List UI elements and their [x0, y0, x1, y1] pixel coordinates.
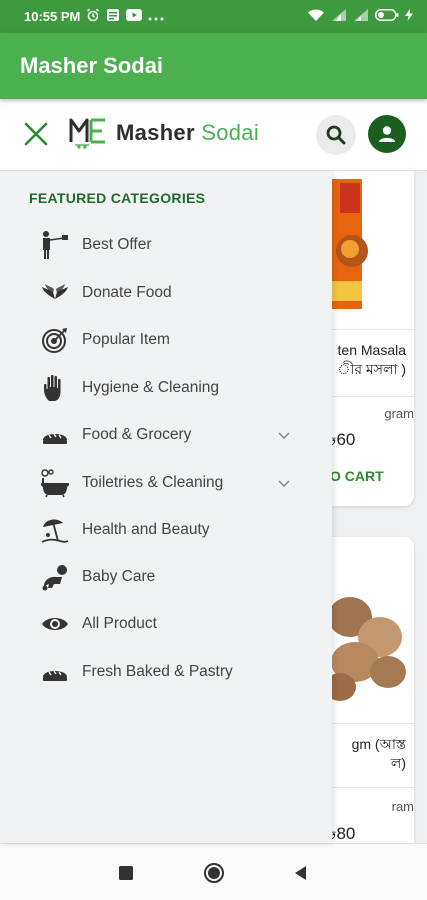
square-icon	[119, 866, 133, 880]
navigation-drawer: FEATURED CATEGORIES Best Offer Donate Fo…	[0, 171, 332, 843]
menu-item-best-offer[interactable]: Best Offer	[0, 223, 332, 267]
site-header: Masher Sodai	[0, 99, 427, 171]
menu-item-hygiene-cleaning[interactable]: Hygiene & Cleaning	[0, 366, 332, 410]
logo-text: Masher Sodai	[116, 120, 259, 146]
beach-icon	[40, 515, 70, 545]
wings-icon	[40, 278, 70, 308]
menu-item-donate-food[interactable]: Donate Food	[0, 271, 332, 315]
app-bar: Masher Sodai	[0, 33, 427, 99]
search-icon	[326, 125, 346, 145]
close-icon	[24, 122, 48, 146]
menu-item-label: Baby Care	[82, 568, 156, 585]
account-button[interactable]	[368, 115, 406, 153]
site-logo[interactable]: Masher Sodai	[68, 116, 259, 150]
home-circle-icon	[204, 863, 224, 883]
menu-item-label: Best Offer	[82, 236, 152, 253]
status-time: 10:55 PM	[24, 9, 81, 24]
menu-item-label: All Product	[82, 615, 157, 632]
bread-icon	[40, 420, 70, 450]
wifi-icon	[307, 8, 325, 25]
app-title: Masher Sodai	[20, 53, 164, 78]
logo-mark-icon	[69, 118, 105, 149]
baby-icon	[40, 562, 70, 592]
menu-item-toiletries-cleaning[interactable]: Toiletries & Cleaning	[0, 461, 332, 505]
product-title-line2: ীর মসলা )	[337, 361, 406, 377]
back-triangle-icon	[295, 866, 306, 880]
menu-item-label: Fresh Baked & Pastry	[82, 663, 233, 680]
chevron-down-icon[interactable]	[277, 476, 291, 490]
recents-button[interactable]	[114, 861, 138, 885]
signal-icon	[331, 8, 347, 25]
menu-item-popular-item[interactable]: Popular Item	[0, 318, 332, 362]
menu-item-label: Toiletries & Cleaning	[82, 474, 224, 491]
back-button[interactable]	[289, 861, 313, 885]
menu-item-label: Donate Food	[82, 284, 172, 301]
menu-item-label: Health and Beauty	[82, 521, 210, 538]
hand-icon	[40, 373, 70, 403]
drawer-heading: FEATURED CATEGORIES	[29, 190, 206, 206]
offer-icon	[40, 230, 70, 260]
user-icon	[379, 126, 395, 142]
menu-item-fresh-baked-pastry[interactable]: Fresh Baked & Pastry	[0, 650, 332, 694]
target-icon	[40, 325, 70, 355]
alarm-icon	[86, 8, 100, 25]
logo-text-main: Masher	[116, 120, 202, 145]
menu-item-health-beauty[interactable]: Health and Beauty	[0, 508, 332, 552]
close-drawer-button[interactable]	[22, 120, 50, 148]
battery-icon	[375, 9, 399, 24]
menu-item-food-grocery[interactable]: Food & Grocery	[0, 413, 332, 457]
bathtub-icon	[40, 468, 70, 498]
menu-item-all-product[interactable]: All Product	[0, 602, 332, 646]
menu-item-baby-care[interactable]: Baby Care	[0, 555, 332, 599]
more-icon	[148, 9, 164, 24]
bread-icon	[40, 657, 70, 687]
eye-icon	[40, 609, 70, 639]
product-title-line1: ten Masala	[337, 342, 406, 358]
charging-icon	[405, 9, 413, 24]
signal-2-icon	[353, 8, 369, 25]
status-bar: 10:55 PM	[0, 0, 427, 33]
product-title-line2: ল)	[390, 755, 406, 771]
system-nav-bar	[0, 843, 427, 900]
menu-item-label: Food & Grocery	[82, 426, 192, 443]
product-title-line1: gm (আস্ত	[351, 736, 406, 752]
logo-text-accent: Sodai	[201, 120, 260, 145]
chevron-down-icon[interactable]	[277, 428, 291, 442]
app-icon	[106, 8, 120, 25]
home-button[interactable]	[202, 861, 226, 885]
youtube-icon	[126, 9, 143, 24]
search-button[interactable]	[316, 115, 356, 155]
menu-item-label: Popular Item	[82, 331, 170, 348]
menu-item-label: Hygiene & Cleaning	[82, 379, 220, 396]
